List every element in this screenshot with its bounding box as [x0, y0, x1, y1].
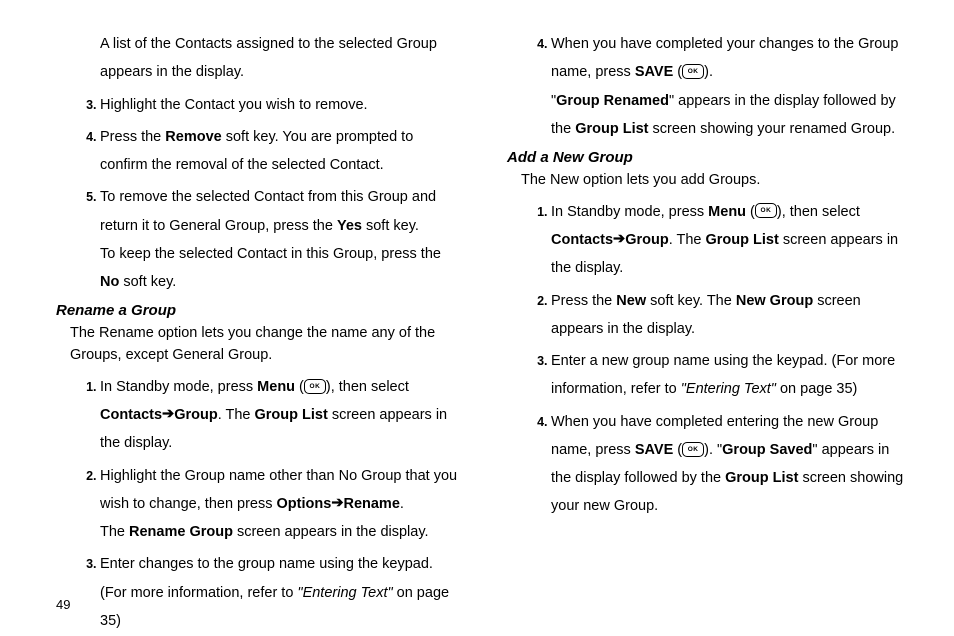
text: . The — [218, 407, 255, 423]
group-list-label: Group List — [575, 121, 648, 137]
arrow-icon: ➔ — [162, 400, 174, 428]
ok-button-icon: OK — [755, 203, 777, 218]
no-softkey: No — [100, 274, 119, 290]
text: ). " — [704, 442, 722, 458]
text: Press the — [551, 293, 616, 309]
text: The — [100, 524, 129, 540]
remove-contact-steps: Highlight the Contact you wish to remove… — [56, 91, 461, 297]
rename-label: Rename — [343, 496, 399, 512]
menu-label: Menu — [257, 379, 295, 395]
text: ). — [704, 64, 713, 80]
arrow-icon: ➔ — [613, 225, 625, 253]
arrow-icon: ➔ — [331, 489, 343, 517]
rename-group-heading: Rename a Group — [56, 302, 461, 319]
text: In Standby mode, press — [551, 204, 708, 220]
text: . — [400, 496, 404, 512]
add-step-4: When you have completed entering the new… — [551, 408, 912, 521]
group-label: Group — [174, 407, 218, 423]
new-softkey: New — [616, 293, 646, 309]
add-step-2: Press the New soft key. The New Group sc… — [551, 287, 912, 344]
group-list-label: Group List — [725, 470, 798, 486]
ok-button-icon: OK — [682, 64, 704, 79]
contacts-label: Contacts — [551, 232, 613, 248]
add-group-intro: The New option lets you add Groups. — [521, 170, 912, 192]
rename-step-2: Highlight the Group name other than No G… — [100, 462, 461, 547]
text: In Standby mode, press — [100, 379, 257, 395]
text: ( — [295, 379, 304, 395]
left-column: A list of the Contacts assigned to the s… — [56, 30, 461, 636]
text: on page 35) — [776, 381, 857, 397]
save-label: SAVE — [635, 442, 673, 458]
rename-step-2-cont: The Rename Group screen appears in the d… — [100, 518, 461, 546]
rename-step-4-cont: "Group Renamed" appears in the display f… — [551, 87, 912, 144]
manual-page: A list of the Contacts assigned to the s… — [0, 0, 954, 636]
step-5-cont: To keep the selected Contact in this Gro… — [100, 240, 461, 297]
new-group-screen: New Group — [736, 293, 813, 309]
ok-button-icon: OK — [682, 442, 704, 457]
group-list-label: Group List — [255, 407, 328, 423]
rename-group-screen: Rename Group — [129, 524, 233, 540]
entering-text-ref: "Entering Text" — [681, 381, 776, 397]
text: soft key. The — [646, 293, 736, 309]
contacts-label: Contacts — [100, 407, 162, 423]
group-renamed-label: Group Renamed — [556, 93, 669, 109]
text: Press the — [100, 129, 165, 145]
text: screen showing your renamed Group. — [649, 121, 896, 137]
ok-button-icon: OK — [304, 379, 326, 394]
group-label: Group — [625, 232, 669, 248]
save-label: SAVE — [635, 64, 673, 80]
rename-step-1: In Standby mode, press Menu (OK), then s… — [100, 373, 461, 458]
text: ( — [746, 204, 755, 220]
text: ( — [673, 442, 682, 458]
text: ), then select — [326, 379, 409, 395]
rename-steps-continued: When you have completed your changes to … — [507, 30, 912, 143]
step-5: To remove the selected Contact from this… — [100, 183, 461, 296]
text: ( — [673, 64, 682, 80]
text: To keep the selected Contact in this Gro… — [100, 246, 441, 262]
add-group-steps: In Standby mode, press Menu (OK), then s… — [507, 198, 912, 521]
options-label: Options — [277, 496, 332, 512]
step-4: Press the Remove soft key. You are promp… — [100, 123, 461, 180]
step-3: Highlight the Contact you wish to remove… — [100, 91, 461, 119]
add-group-heading: Add a New Group — [507, 149, 912, 166]
text: . The — [669, 232, 706, 248]
remove-softkey: Remove — [165, 129, 221, 145]
page-number: 49 — [56, 597, 70, 612]
right-column: When you have completed your changes to … — [507, 30, 912, 636]
lead-in-text: A list of the Contacts assigned to the s… — [100, 30, 461, 87]
text: ), then select — [777, 204, 860, 220]
add-step-1: In Standby mode, press Menu (OK), then s… — [551, 198, 912, 283]
yes-softkey: Yes — [337, 218, 362, 234]
text: soft key. — [362, 218, 419, 234]
rename-group-intro: The Rename option lets you change the na… — [70, 323, 461, 367]
add-step-3: Enter a new group name using the keypad.… — [551, 347, 912, 404]
group-saved-label: Group Saved — [722, 442, 812, 458]
text: When you have completed your changes to … — [551, 36, 898, 80]
menu-label: Menu — [708, 204, 746, 220]
rename-steps: In Standby mode, press Menu (OK), then s… — [56, 373, 461, 635]
rename-step-3: Enter changes to the group name using th… — [100, 550, 461, 635]
rename-step-4: When you have completed your changes to … — [551, 30, 912, 143]
group-list-label: Group List — [706, 232, 779, 248]
text: screen appears in the display. — [233, 524, 429, 540]
text: soft key. — [119, 274, 176, 290]
entering-text-ref: "Entering Text" — [297, 585, 392, 601]
